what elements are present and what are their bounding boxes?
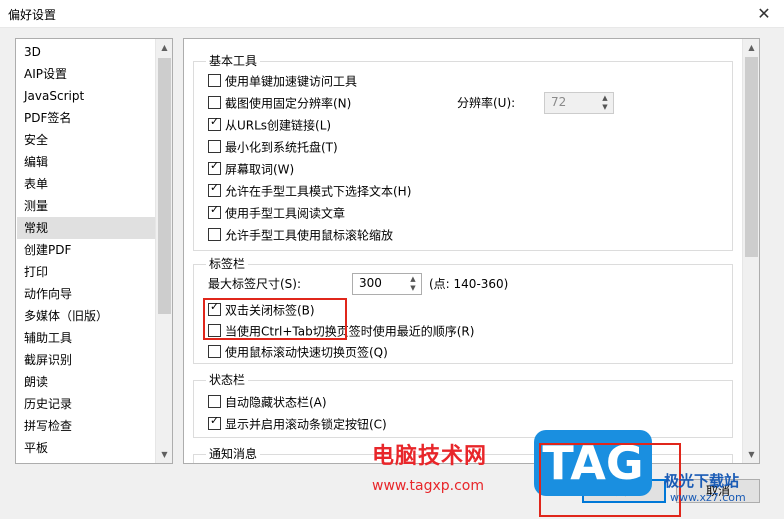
group-title: 基本工具 [206,54,261,68]
max-tab-size-label: 最大标签尺寸(S): [208,277,302,291]
option-scroll-lock-button[interactable]: 显示并启用滚动条锁定按钮(C) [208,414,387,434]
category-scrollbar[interactable]: ▲ ▼ [155,39,172,463]
checkbox[interactable] [208,74,221,87]
title-bar: 偏好设置 ✕ [0,0,784,28]
category-item[interactable]: 安全 [24,129,48,151]
category-item[interactable]: 3D [24,41,41,63]
group-title: 通知消息 [206,447,261,461]
category-item[interactable]: 打印 [24,261,48,283]
checkbox-checked[interactable] [208,159,221,175]
category-item[interactable]: AIP设置 [24,63,67,85]
category-item[interactable]: 表单 [24,173,48,195]
checkbox-checked[interactable] [208,181,221,197]
scroll-up-icon[interactable]: ▲ [156,39,172,56]
category-item[interactable]: 朗读 [24,371,48,393]
scroll-down-icon[interactable]: ▼ [156,446,172,463]
category-item[interactable]: 平板 [24,437,48,459]
close-icon[interactable]: ✕ [754,4,774,24]
checkbox-checked[interactable] [208,203,221,219]
max-tab-size-value[interactable]: 300 [359,276,382,290]
checkbox[interactable] [208,395,221,408]
settings-panel: 基本工具 使用单键加速键访问工具 截图使用固定分辨率(N) 从URLs创建链接(… [183,38,760,464]
option-wheel-switch-tabs[interactable]: 使用鼠标滚动快速切换页签(Q) [208,342,388,362]
category-item-selected[interactable]: 常规 [17,217,156,239]
category-item[interactable]: 测量 [24,195,48,217]
category-item[interactable]: 截屏识别 [24,349,72,371]
group-title: 状态栏 [206,373,249,387]
group-basic-tools: 基本工具 使用单键加速键访问工具 截图使用固定分辨率(N) 从URLs创建链接(… [193,54,733,251]
category-item[interactable]: JavaScript [24,85,84,107]
option-hand-tool-select-text[interactable]: 允许在手型工具模式下选择文本(H) [208,181,411,201]
spinner-arrows-icon: ▲ ▼ [602,94,608,111]
scroll-thumb[interactable] [158,58,171,314]
max-tab-size-spinner[interactable]: 300 ▲ ▼ [352,273,422,295]
resolution-label: 分辨率(U): [457,96,516,110]
group-title: 标签栏 [206,257,249,271]
option-hand-tool-read-article[interactable]: 使用手型工具阅读文章 [208,203,345,223]
category-item[interactable]: 历史记录 [24,393,72,415]
option-hand-tool-wheel-zoom[interactable]: 允许手型工具使用鼠标滚轮缩放 [208,225,393,245]
highlight-box-ok [539,443,681,517]
category-item[interactable]: PDF签名 [24,107,71,129]
checkbox[interactable] [208,96,221,109]
option-fixed-resolution[interactable]: 截图使用固定分辨率(N) [208,93,351,113]
category-item[interactable]: 多媒体（旧版） [24,305,108,327]
highlight-box [203,298,347,340]
checkbox[interactable] [208,228,221,241]
scroll-thumb[interactable] [745,57,758,257]
checkbox-checked[interactable] [208,115,221,131]
spinner-arrows-icon[interactable]: ▲ ▼ [406,275,420,293]
group-status-bar: 状态栏 自动隐藏状态栏(A) 显示并启用滚动条锁定按钮(C) [193,373,733,438]
category-item[interactable]: 动作向导 [24,283,72,305]
option-auto-hide-status-bar[interactable]: 自动隐藏状态栏(A) [208,392,327,412]
category-list[interactable]: 3D AIP设置 JavaScript PDF签名 安全 编辑 表单 测量 常规… [15,38,173,464]
max-tab-size-hint: (点: 140-360) [429,277,509,291]
watermark-url: www.tagxp.com [372,478,484,494]
watermark-site-name: 极光下载站 [664,472,740,490]
option-screen-word-capture[interactable]: 屏幕取词(W) [208,159,294,179]
category-item[interactable]: 编辑 [24,151,48,173]
watermark-site-url: www.xz7.com [670,491,746,504]
window-title: 偏好设置 [8,8,57,22]
category-item[interactable]: 辅助工具 [24,327,72,349]
checkbox-checked[interactable] [208,414,221,430]
checkbox[interactable] [208,345,221,358]
option-create-links[interactable]: 从URLs创建链接(L) [208,115,331,135]
category-item[interactable]: 拼写检查 [24,415,72,437]
scroll-up-icon[interactable]: ▲ [743,39,759,56]
resolution-spinner: 72 ▲ ▼ [544,92,614,114]
watermark-brand-text: 电脑技术网 [372,444,488,469]
resolution-value: 72 [551,95,567,109]
settings-scrollbar[interactable]: ▲ ▼ [742,39,759,463]
option-single-key-accelerator[interactable]: 使用单键加速键访问工具 [208,71,357,91]
scroll-down-icon[interactable]: ▼ [743,446,759,463]
checkbox[interactable] [208,140,221,153]
option-minimize-to-tray[interactable]: 最小化到系统托盘(T) [208,137,338,157]
category-item[interactable]: 创建PDF [24,239,71,261]
